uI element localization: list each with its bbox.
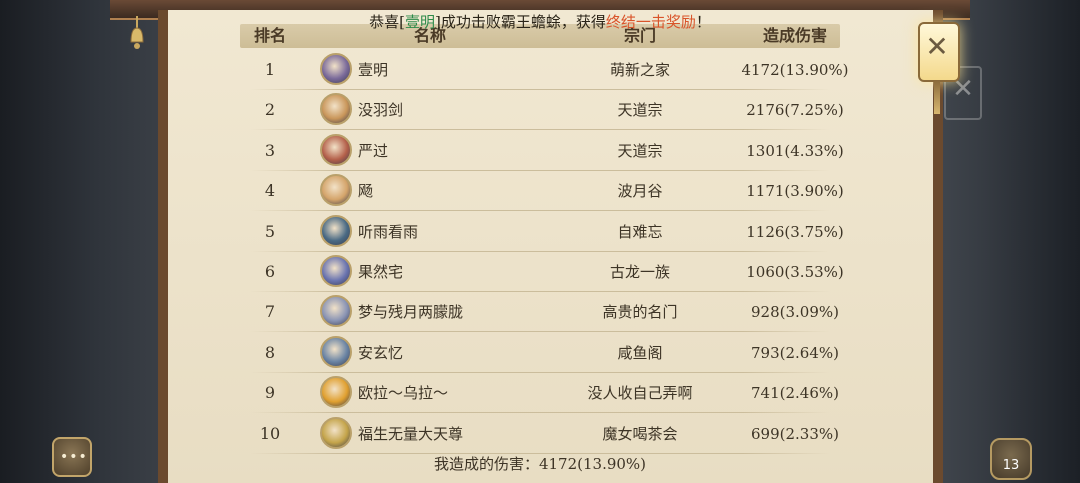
rank-number: 7 [264, 302, 276, 322]
player-avatar [320, 376, 352, 409]
sect-name: 天道宗 [617, 141, 663, 160]
sect-name: 萌新之家 [609, 61, 670, 79]
ranking-row[interactable]: 7 梦与残月两朦胧 高贵的名门 928(3.09%) [240, 292, 840, 333]
banner-reward-text: 终结一击奖励 [605, 13, 696, 31]
banner-middle-text: ]成功击败霸王蟾蜍，获得 [434, 13, 606, 31]
sect-name: 自难忘 [617, 222, 663, 241]
player-avatar [320, 295, 352, 328]
player-avatar [320, 214, 352, 247]
damage-value: 699(2.33%) [751, 424, 839, 443]
close-icon: ✕ [925, 30, 949, 63]
damage-value: 1060(3.53%) [746, 263, 844, 281]
player-avatar [320, 174, 352, 207]
player-name: 果然宅 [358, 263, 404, 281]
player-name: 梦与残月两朦胧 [358, 303, 464, 322]
rank-number: 8 [264, 342, 276, 362]
lantern-tassel [934, 80, 940, 114]
damage-value: 793(2.64%) [751, 343, 839, 362]
scene-background-left [0, 0, 160, 483]
damage-value: 741(2.46%) [751, 384, 839, 403]
rank-number: 9 [264, 383, 276, 403]
sect-name: 波月谷 [617, 182, 663, 201]
player-name: 没羽剑 [358, 101, 404, 120]
ranking-row[interactable]: 10 福生无量大天尊 魔女喝茶会 699(2.33%) [240, 414, 840, 454]
damage-value: 1171(3.90%) [746, 182, 844, 201]
damage-value: 4172(13.90%) [741, 61, 849, 79]
player-avatar [320, 255, 352, 287]
damage-value: 1126(3.75%) [746, 222, 844, 241]
sect-name: 咸鱼阁 [617, 343, 663, 362]
chat-bubble-icon: ••• [60, 449, 88, 465]
player-name: 飏 [358, 182, 374, 201]
ranking-row[interactable]: 9 欧拉～乌拉～ 没人收自己弄啊 741(2.46%) [240, 373, 840, 414]
damage-value: 2176(7.25%) [746, 101, 844, 120]
ranking-row[interactable]: 8 安玄忆 咸鱼阁 793(2.64%) [240, 333, 840, 373]
rank-number: 5 [264, 221, 276, 241]
player-name: 欧拉～乌拉～ [358, 384, 449, 403]
damage-value: 928(3.09%) [751, 303, 839, 322]
player-avatar [320, 133, 352, 166]
ranking-row[interactable]: 4 飏 波月谷 1171(3.90%) [240, 171, 844, 212]
banner-prefix: 恭喜[ [369, 13, 405, 31]
rank-number: 2 [264, 100, 276, 120]
player-name: 严过 [358, 141, 389, 160]
close-button[interactable]: ✕ [918, 22, 960, 82]
rank-number: 1 [264, 60, 276, 79]
player-name: 壹明 [358, 61, 389, 79]
my-damage-summary: 我造成的伤害：4172(13.90%) [433, 455, 647, 473]
damage-value: 1301(4.33%) [746, 141, 844, 160]
ranking-row[interactable]: 5 听雨看雨 自难忘 1126(3.75%) [240, 212, 844, 252]
rank-number: 6 [264, 262, 276, 281]
rank-number: 10 [259, 423, 281, 443]
player-name: 安玄忆 [358, 343, 404, 362]
sect-name: 古龙一族 [609, 263, 670, 281]
chat-button[interactable]: ••• [52, 437, 92, 477]
kill-announcement-banner: 恭喜[壹明]成功击败霸王蟾蜍，获得终结一击奖励！ [230, 8, 850, 36]
ranking-row[interactable]: 1 壹明 萌新之家 4172(13.90%) [240, 50, 849, 90]
rank-number: 3 [264, 140, 276, 160]
sect-name: 天道宗 [617, 101, 663, 120]
rank-number: 4 [264, 181, 276, 201]
player-avatar [320, 53, 352, 85]
bag-button[interactable]: 13 [990, 438, 1032, 480]
ranking-row[interactable]: 2 没羽剑 天道宗 2176(7.25%) [240, 90, 844, 131]
sect-name: 魔女喝茶会 [602, 424, 678, 443]
bag-count-badge: 13 [1002, 458, 1020, 473]
player-avatar [320, 93, 352, 126]
banner-suffix: ！ [695, 13, 711, 31]
bell-icon [130, 16, 144, 49]
ranking-row[interactable]: 3 严过 天道宗 1301(4.33%) [240, 131, 844, 171]
banner-player-name: 壹明 [404, 13, 435, 31]
player-avatar [320, 335, 352, 368]
sect-name: 高贵的名门 [602, 303, 678, 322]
player-name: 听雨看雨 [358, 222, 419, 241]
sect-name: 没人收自己弄啊 [587, 384, 693, 403]
ranking-row[interactable]: 6 果然宅 古龙一族 1060(3.53%) [240, 252, 844, 292]
player-name: 福生无量大天尊 [358, 424, 464, 443]
player-avatar [320, 416, 352, 449]
